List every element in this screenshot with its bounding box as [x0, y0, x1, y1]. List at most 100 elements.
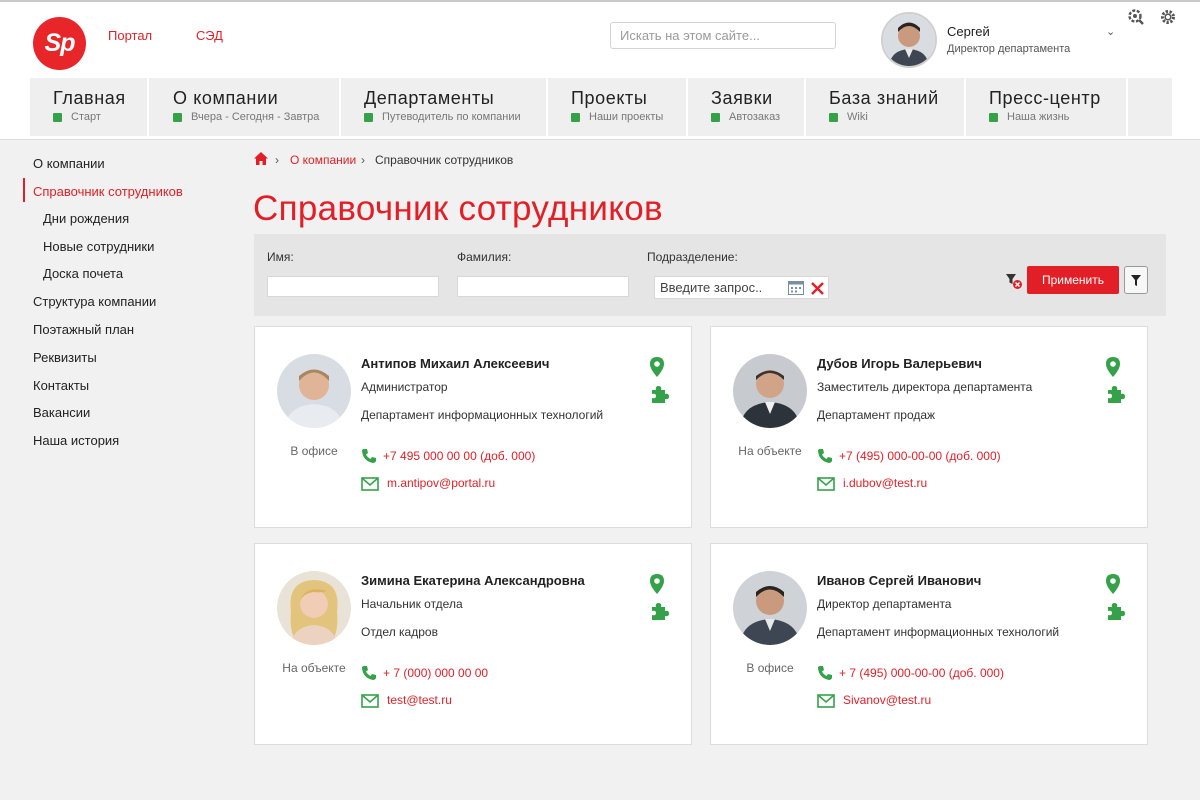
employee-name[interactable]: Антипов Михаил Алексеевич — [361, 356, 549, 371]
portal-link[interactable]: Портал — [108, 28, 152, 43]
sidebar-item-birthdays[interactable]: Дни рождения — [43, 211, 129, 226]
mail-icon — [361, 477, 379, 491]
employee-position: Начальник отдела — [361, 597, 463, 611]
home-icon[interactable] — [254, 152, 268, 165]
sidebar-item-new-employees[interactable]: Новые сотрудники — [43, 239, 154, 254]
nav-subtitle: Автозаказ — [729, 111, 781, 123]
first-name-input[interactable] — [267, 276, 439, 297]
employee-card: На объекте Дубов Игорь Валерьевич Замест… — [710, 326, 1148, 528]
status-dot — [173, 113, 182, 122]
status-label: В офисе — [746, 661, 794, 675]
search-settings-icon[interactable] — [1127, 8, 1145, 26]
close-icon[interactable] — [811, 282, 824, 295]
nav-subtitle: Путеводитель по компании — [382, 111, 521, 123]
employee-name[interactable]: Иванов Сергей Иванович — [817, 573, 981, 588]
employee-email[interactable]: m.antipov@portal.ru — [387, 476, 495, 490]
employee-photo[interactable] — [733, 571, 807, 645]
mail-icon — [817, 694, 835, 708]
nav-item-main[interactable]: Главная Старт — [30, 78, 149, 136]
employee-photo[interactable] — [277, 571, 351, 645]
sidebar-item-floor-plan[interactable]: Поэтажный план — [33, 322, 134, 337]
department-input[interactable] — [655, 277, 785, 298]
nav-title: База знаний — [829, 88, 939, 108]
employee-position: Директор департамента — [817, 597, 952, 611]
page-title: Справочник сотрудников — [253, 189, 663, 228]
sidebar-item-history[interactable]: Наша история — [33, 433, 119, 448]
user-avatar[interactable] — [881, 12, 937, 68]
nav-subtitle: Wiki — [847, 111, 868, 123]
nav-item-knowledge-base[interactable]: База знаний Wiki — [806, 78, 966, 136]
employee-phone[interactable]: +7 (495) 000-00-00 (доб. 000) — [839, 449, 1001, 463]
logo[interactable]: Sp — [33, 17, 86, 70]
nav-title: Проекты — [571, 88, 648, 108]
nav-title: Департаменты — [364, 88, 495, 108]
employee-phone[interactable]: + 7 (495) 000-00-00 (доб. 000) — [839, 666, 1004, 680]
filter-toggle-button[interactable] — [1124, 266, 1148, 294]
nav-item-departments[interactable]: Департаменты Путеводитель по компании — [341, 78, 548, 136]
first-name-label: Имя: — [267, 250, 294, 264]
puzzle-icon[interactable] — [650, 384, 670, 404]
map-pin-icon[interactable] — [1106, 574, 1120, 594]
employee-email[interactable]: test@test.ru — [387, 693, 452, 707]
sidebar-item-vacancies[interactable]: Вакансии — [33, 405, 90, 420]
nav-title: Заявки — [711, 88, 773, 108]
map-pin-icon[interactable] — [1106, 357, 1120, 377]
employee-name[interactable]: Зимина Екатерина Александровна — [361, 573, 585, 588]
sidebar-item-directory[interactable]: Справочник сотрудников — [33, 184, 183, 199]
status-label: На объекте — [738, 444, 802, 458]
gear-icon[interactable] — [1159, 8, 1177, 26]
search-input[interactable] — [610, 22, 836, 49]
breadcrumb-current: Справочник сотрудников — [375, 153, 514, 167]
sidebar-item-contacts[interactable]: Контакты — [33, 378, 89, 393]
sidebar-item-about[interactable]: О компании — [33, 156, 105, 171]
employee-phone[interactable]: + 7 (000) 000 00 00 — [383, 666, 488, 680]
puzzle-icon[interactable] — [1106, 601, 1126, 621]
employee-position: Администратор — [361, 380, 448, 394]
active-indicator — [23, 178, 25, 202]
map-pin-icon[interactable] — [650, 574, 664, 594]
sidebar-item-honor-board[interactable]: Доска почета — [43, 266, 123, 281]
main-nav: Главная Старт О компании Вчера - Сегодня… — [30, 78, 1172, 136]
puzzle-icon[interactable] — [1106, 384, 1126, 404]
employee-department: Отдел кадров — [361, 625, 438, 639]
sed-link[interactable]: СЭД — [196, 28, 223, 43]
employee-photo[interactable] — [277, 354, 351, 428]
phone-icon — [362, 449, 376, 463]
employee-card: В офисе Антипов Михаил Алексеевич Админи… — [254, 326, 692, 528]
employee-position: Заместитель директора департамента — [817, 380, 1033, 394]
funnel-icon — [1131, 274, 1141, 286]
department-label: Подразделение: — [647, 250, 738, 264]
sidebar-item-requisites[interactable]: Реквизиты — [33, 350, 97, 365]
nav-subtitle: Наши проекты — [589, 111, 664, 123]
calendar-icon[interactable] — [788, 281, 804, 295]
map-pin-icon[interactable] — [650, 357, 664, 377]
department-picker — [654, 276, 829, 299]
nav-item-press-center[interactable]: Пресс-центр Наша жизнь — [966, 78, 1128, 136]
clear-filter-icon[interactable] — [1005, 272, 1023, 290]
puzzle-icon[interactable] — [650, 601, 670, 621]
employee-phone[interactable]: +7 495 000 00 00 (доб. 000) — [383, 449, 535, 463]
nav-item-requests[interactable]: Заявки Автозаказ — [688, 78, 806, 136]
nav-title: Главная — [53, 88, 126, 108]
employee-photo[interactable] — [733, 354, 807, 428]
breadcrumb-separator: › — [361, 153, 365, 167]
phone-icon — [362, 666, 376, 680]
nav-item-about[interactable]: О компании Вчера - Сегодня - Завтра — [149, 78, 341, 136]
status-dot — [571, 113, 580, 122]
nav-item-projects[interactable]: Проекты Наши проекты — [548, 78, 688, 136]
breadcrumb-link-about[interactable]: О компании — [290, 153, 356, 167]
chevron-down-icon[interactable]: ⌄ — [1106, 25, 1115, 38]
sidebar-item-structure[interactable]: Структура компании — [33, 294, 156, 309]
employee-email[interactable]: Sivanov@test.ru — [843, 693, 931, 707]
employee-email[interactable]: i.dubov@test.ru — [843, 476, 927, 490]
status-dot — [989, 113, 998, 122]
employee-department: Департамент продаж — [817, 408, 936, 422]
apply-button[interactable]: Применить — [1027, 266, 1119, 294]
employee-name[interactable]: Дубов Игорь Валерьевич — [817, 356, 982, 371]
filter-panel: Имя: Фамилия: Подразделение: Применить — [254, 234, 1166, 316]
nav-title: Пресс-центр — [989, 88, 1101, 108]
user-name[interactable]: Сергей — [947, 24, 990, 39]
employee-department: Департамент информационных технологий — [817, 625, 1060, 639]
status-dot — [711, 113, 720, 122]
last-name-input[interactable] — [457, 276, 629, 297]
